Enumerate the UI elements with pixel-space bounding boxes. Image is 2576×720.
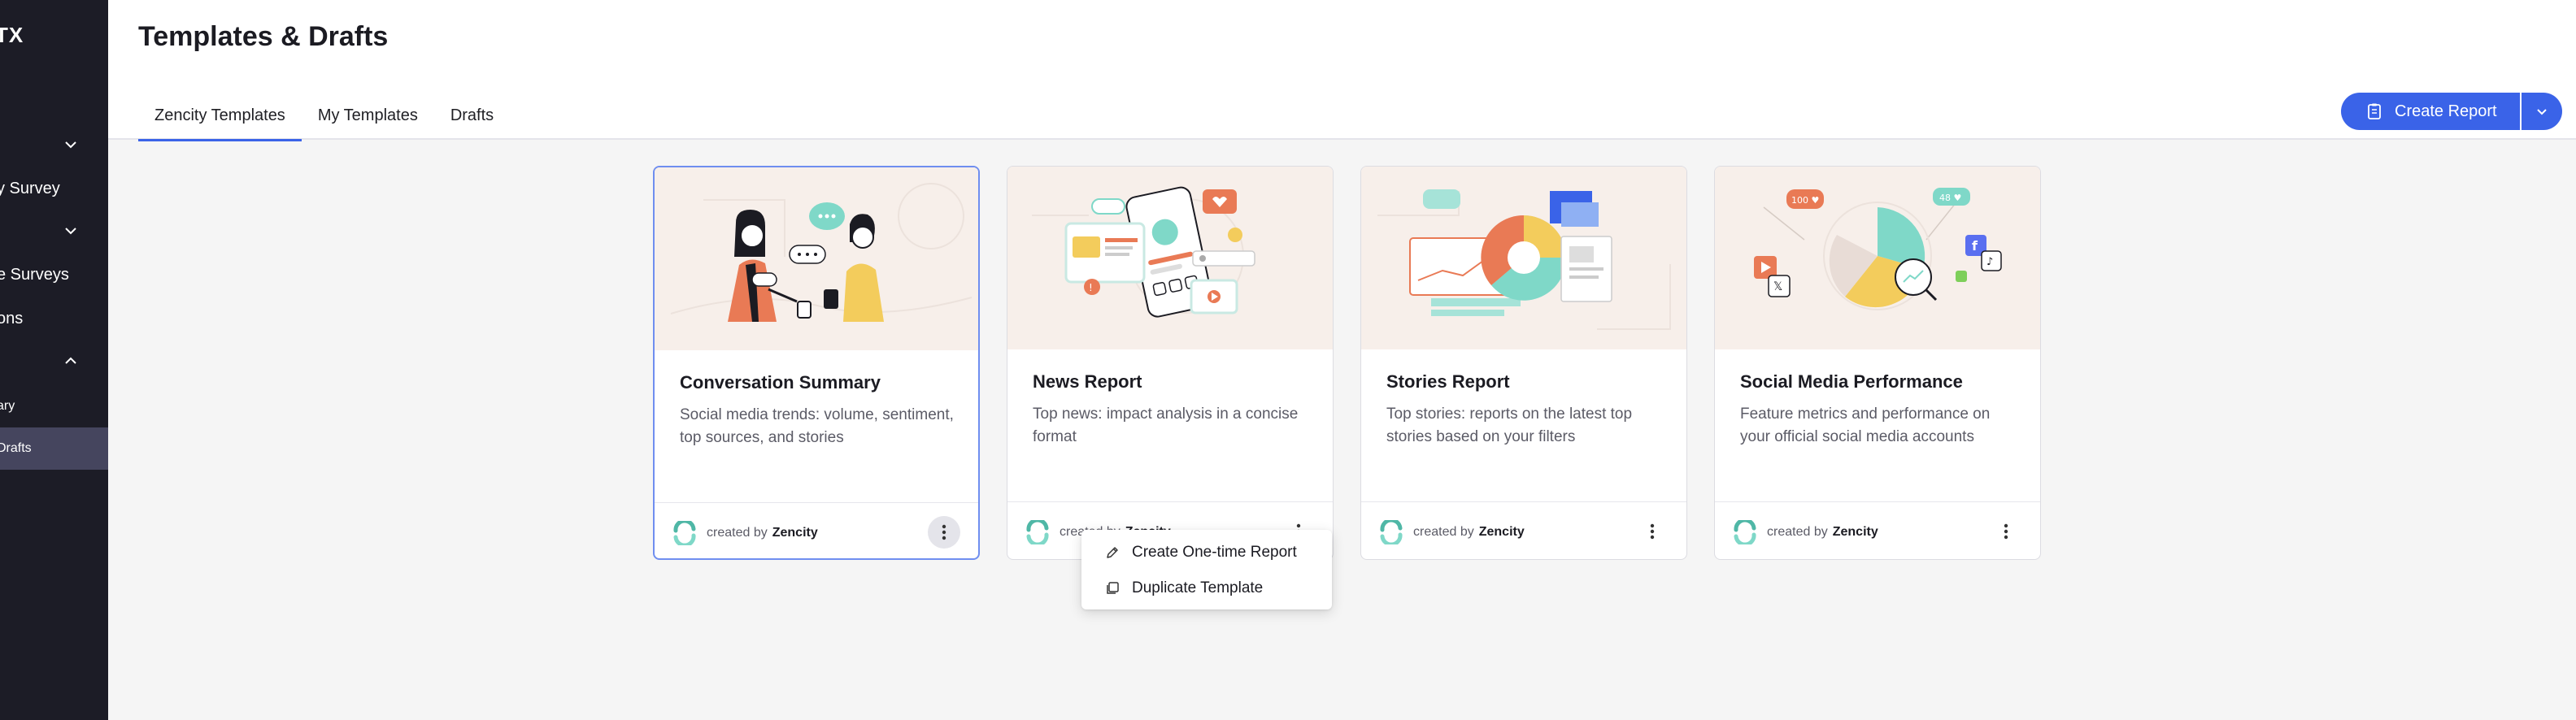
tab-zencity-templates[interactable]: Zencity Templates — [138, 91, 302, 141]
menu-item-duplicate-template[interactable]: Duplicate Template — [1081, 570, 1332, 606]
template-card-conversation-summary[interactable]: Conversation Summary Social media trends… — [653, 166, 980, 560]
duplicate-icon — [1104, 580, 1120, 596]
created-by-name: Zencity — [1832, 525, 1878, 539]
card-creator: created by Zencity — [1379, 518, 1525, 547]
created-by-name: Zencity — [772, 526, 818, 540]
page-header: Templates & Drafts Zencity Templates My … — [108, 0, 2576, 141]
create-report-label: Create Report — [2395, 102, 2497, 120]
card-creator: created by Zencity — [672, 518, 818, 548]
zencity-logo-icon — [1379, 518, 1403, 547]
svg-text:!: ! — [1089, 282, 1093, 293]
sidebar-section-2[interactable] — [0, 210, 108, 252]
sidebar-item-summary[interactable]: ary — [0, 385, 108, 427]
card-creator: created by Zencity — [1733, 518, 1878, 547]
sidebar-section-reports[interactable] — [0, 340, 108, 382]
card-description: Social media trends: volume, sentiment, … — [680, 406, 954, 446]
menu-item-label: Create One-time Report — [1132, 544, 1297, 561]
likes-badge-text: 100 ♥ — [1791, 195, 1819, 206]
chevron-down-icon — [63, 223, 78, 238]
sidebar-item-label: ary — [0, 399, 15, 413]
card-more-options-button[interactable] — [1636, 515, 1669, 548]
card-illustration-social-media: 100 ♥ 48 ♥ 𝕏 f ♪ — [1715, 167, 2040, 349]
created-by-name: Zencity — [1478, 525, 1525, 539]
card-footer: created by Zencity — [1361, 501, 1686, 559]
chevron-down-icon — [63, 137, 78, 152]
template-card-news-report[interactable]: ! News Report Top news: impact analysis … — [1007, 166, 1334, 560]
card-illustration-news: ! — [1007, 167, 1333, 349]
card-title: Conversation Summary — [680, 372, 881, 393]
sidebar-item-label: Drafts — [0, 441, 32, 455]
pencil-icon — [1104, 544, 1120, 561]
svg-text:♪: ♪ — [1986, 256, 1993, 268]
sidebar-section-1[interactable] — [0, 124, 108, 166]
svg-text:𝕏: 𝕏 — [1773, 280, 1782, 293]
chevron-up-icon — [63, 353, 78, 368]
card-footer: created by Zencity — [1715, 501, 2040, 559]
created-by-prefix: created by — [707, 526, 768, 540]
likes-badge-text: 48 ♥ — [1939, 193, 1961, 203]
tab-drafts[interactable]: Drafts — [434, 91, 510, 140]
sidebar-item-label: e Surveys — [0, 265, 69, 284]
card-description: Top stories: reports on the latest top s… — [1386, 406, 1633, 445]
card-description: Feature metrics and performance on your … — [1740, 406, 1991, 445]
sidebar-item-survey[interactable]: y Survey — [0, 167, 108, 210]
created-by-prefix: created by — [1413, 525, 1474, 539]
template-card-social-media-performance[interactable]: 100 ♥ 48 ♥ 𝕏 f ♪ Social Media Performanc… — [1714, 166, 2041, 560]
menu-item-create-one-time-report[interactable]: Create One-time Report — [1081, 535, 1332, 570]
sidebar-item-label: y Survey — [0, 179, 60, 197]
card-more-options-button[interactable] — [928, 516, 960, 549]
kebab-menu-icon — [1650, 523, 1655, 540]
svg-text:f: f — [1972, 238, 1978, 254]
card-options-menu: Create One-time Report Duplicate Templat… — [1081, 530, 1332, 609]
app-logo: TX — [0, 23, 24, 47]
zencity-logo-icon — [1025, 518, 1050, 547]
menu-item-label: Duplicate Template — [1132, 579, 1264, 596]
card-description: Top news: impact analysis in a concise f… — [1033, 406, 1299, 445]
sidebar-item-surveys[interactable]: e Surveys — [0, 254, 108, 296]
card-title: News Report — [1033, 371, 1142, 392]
main-content: Templates & Drafts Zencity Templates My … — [108, 0, 2576, 720]
create-report-button[interactable]: Create Report — [2341, 93, 2520, 130]
template-card-stories-report[interactable]: Stories Report Top stories: reports on t… — [1360, 166, 1687, 560]
sidebar-item-label: ons — [0, 309, 24, 327]
tab-bar: Zencity Templates My Templates Drafts — [138, 91, 510, 141]
zencity-logo-icon — [672, 518, 697, 548]
sidebar-item-templates-drafts[interactable]: Drafts — [0, 427, 108, 470]
report-icon — [2365, 102, 2383, 120]
card-title: Stories Report — [1386, 371, 1510, 392]
card-illustration-conversation — [655, 167, 978, 350]
card-footer: created by Zencity — [655, 502, 978, 558]
chevron-down-icon — [2537, 109, 2547, 115]
sidebar: TX y Survey e Surveys ons ary Drafts — [0, 0, 108, 720]
page-title: Templates & Drafts — [138, 21, 389, 52]
sidebar-item-ons[interactable]: ons — [0, 297, 108, 340]
card-more-options-button[interactable] — [1990, 515, 2022, 548]
zencity-logo-icon — [1733, 518, 1757, 547]
card-title: Social Media Performance — [1740, 371, 1963, 392]
created-by-prefix: created by — [1767, 525, 1828, 539]
kebab-menu-icon — [942, 524, 946, 540]
create-report-dropdown-button[interactable] — [2522, 93, 2562, 130]
tab-my-templates[interactable]: My Templates — [302, 91, 434, 140]
kebab-menu-icon — [2004, 523, 2008, 540]
card-illustration-stories — [1361, 167, 1686, 349]
